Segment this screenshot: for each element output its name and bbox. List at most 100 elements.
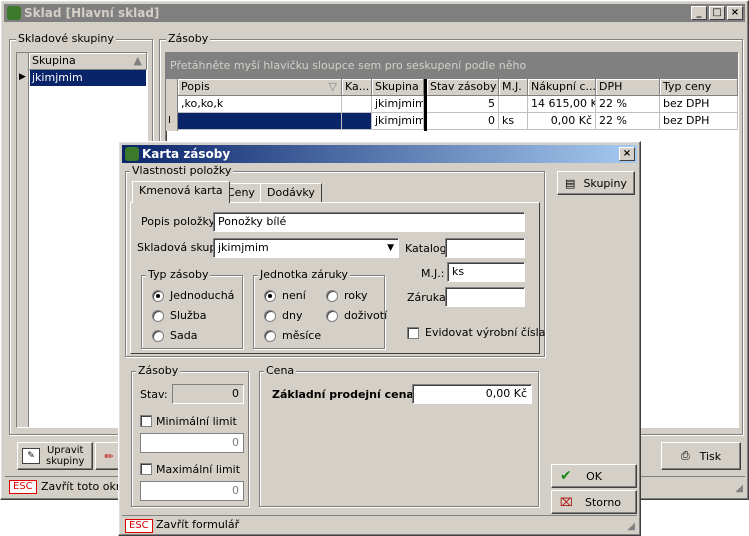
dialog-resize-grip-icon[interactable]: ◢ <box>627 521 635 532</box>
stav-label: Stav: <box>140 388 168 401</box>
storno-button[interactable]: ⌧ Storno <box>551 490 637 514</box>
cell-mj <box>499 96 528 113</box>
maximize-button[interactable]: □ <box>709 6 725 20</box>
radio-jednoducha-label: Jednoduchá <box>170 289 235 302</box>
typ-zasoby-group: Typ zásoby Jednoduchá Služba Sada <box>141 268 243 349</box>
dialog-close-button[interactable]: × <box>619 147 635 161</box>
col-stav[interactable]: Stav zásoby <box>427 79 499 96</box>
min-limit-input[interactable]: 0 <box>140 433 244 453</box>
groups-row[interactable]: jkimjmim <box>30 70 146 86</box>
close-button[interactable]: × <box>727 6 743 20</box>
dialog-stock-title: Zásoby <box>136 364 181 377</box>
checkmark-icon: ✔ <box>560 468 572 484</box>
radio-neni-label: není <box>282 289 306 302</box>
dialog-esc-badge[interactable]: ESC <box>125 519 153 533</box>
sort-arrow-icon: ▲ <box>133 54 142 67</box>
min-limit-checkbox[interactable] <box>140 415 152 427</box>
radio-dozivoti[interactable] <box>326 310 338 322</box>
cell-stav: 5 <box>427 96 499 113</box>
filter-icon: ▽ <box>328 80 337 93</box>
radio-jednoducha[interactable] <box>152 290 164 302</box>
typ-zasoby-title: Typ zásoby <box>146 268 211 281</box>
cell-popis[interactable] <box>178 113 342 130</box>
tab-kmenova[interactable]: Kmenová karta <box>132 181 230 203</box>
cell-dph: 22 % <box>596 113 660 130</box>
price-input[interactable]: 0,00 Kč <box>412 384 532 404</box>
zaruka-input[interactable] <box>445 287 525 307</box>
popis-input[interactable]: Ponožky bílé <box>213 212 525 232</box>
skup-select[interactable]: jkimjmim ▼ <box>213 238 399 258</box>
max-limit-checkbox[interactable] <box>140 463 152 475</box>
row-pointer-icon: ▶ <box>19 72 26 82</box>
stock-card-dialog: Karta zásoby × Vlastnosti položky Kmenov… <box>118 141 641 536</box>
col-skupina[interactable]: Skupina <box>372 79 424 96</box>
radio-mesice-label: měsíce <box>282 329 322 342</box>
app-icon <box>7 6 21 20</box>
cell-skupina: jkimjmim <box>372 96 424 113</box>
chevron-down-icon[interactable]: ▼ <box>387 239 394 257</box>
price-group: Cena Základní prodejní cena: 0,00 Kč <box>259 364 539 507</box>
dialog-app-icon <box>125 147 139 161</box>
groups-col-header[interactable]: Skupina ▲ <box>29 53 147 70</box>
dialog-stock-group: Zásoby Stav: 0 Minimální limit 0 Maximál… <box>131 364 249 507</box>
radio-dny[interactable] <box>264 310 276 322</box>
cell-ka <box>342 96 372 113</box>
skup-label: Skladová skup: <box>137 241 221 254</box>
groups-panel-title: Skladové skupiny <box>16 32 116 45</box>
edit-groups-button[interactable]: ✎ Upravit skupiny <box>17 442 93 470</box>
resize-grip-icon[interactable]: ◢ <box>735 483 743 494</box>
radio-sada[interactable] <box>152 330 164 342</box>
dialog-titlebar[interactable]: Karta zásoby × <box>122 145 637 163</box>
ok-button[interactable]: ✔ OK <box>551 464 637 488</box>
pencil-icon: ✏ <box>104 449 114 463</box>
jednotka-group: Jednotka záruky není roky dny doživotí m… <box>253 268 387 349</box>
evidovat-checkbox[interactable] <box>407 327 419 339</box>
dialog-statusbar: ESC Zavřít formulář ◢ <box>122 515 637 533</box>
radio-sluzba-label: Služba <box>170 309 207 322</box>
col-nakupni[interactable]: Nákupní c... <box>528 79 596 96</box>
max-limit-label: Maximální limit <box>156 463 241 476</box>
min-limit-label: Minimální limit <box>156 415 237 428</box>
col-popis[interactable]: Popis ▽ <box>178 79 342 96</box>
max-limit-input[interactable]: 0 <box>140 481 244 501</box>
group-hint-bar: Přetáhněte myší hlavičku sloupce sem pro… <box>166 53 738 79</box>
price-title: Cena <box>264 364 297 377</box>
groups-grid-indicator-col <box>17 53 29 427</box>
cell-stav: 0 <box>427 113 499 130</box>
skupiny-button[interactable]: ▤ Skupiny <box>557 171 635 195</box>
col-typ[interactable]: Typ ceny <box>660 79 738 96</box>
katalog-label: Katalog: <box>405 242 451 255</box>
properties-group: Vlastnosti položky Kmenová karta Ceny Do… <box>125 164 545 357</box>
col-ka[interactable]: Ka... <box>342 79 372 96</box>
katalog-input[interactable] <box>445 238 525 258</box>
mj-input[interactable]: ks <box>447 262 525 282</box>
col-dph[interactable]: DPH <box>596 79 660 96</box>
main-title: Sklad [Hlavní sklad] <box>24 6 160 20</box>
radio-sluzba[interactable] <box>152 310 164 322</box>
minimize-button[interactable]: _ <box>691 6 707 20</box>
close-window-text: Zavřít toto okno <box>41 480 130 493</box>
mj-label: M.J.: <box>421 267 445 280</box>
cell-typ: bez DPH <box>660 96 738 113</box>
main-titlebar[interactable]: Sklad [Hlavní sklad] _ □ × <box>4 4 745 22</box>
printer-icon: ⎙ <box>680 449 690 462</box>
skup-value: jkimjmim <box>218 241 269 254</box>
cell-nakupni: 0,00 Kč <box>528 113 596 130</box>
edit-groups-icon: ✎ <box>22 448 40 464</box>
price-label: Základní prodejní cena: <box>272 388 419 401</box>
cell-popis: ,ko,ko,k <box>178 96 342 113</box>
cell-typ: bez DPH <box>660 113 738 130</box>
radio-neni[interactable] <box>264 290 276 302</box>
print-button[interactable]: ⎙ Tisk <box>661 442 741 470</box>
cell-skupina: jkimjmim <box>372 113 424 130</box>
col-mj[interactable]: M.J. <box>499 79 528 96</box>
esc-badge[interactable]: ESC <box>9 480 37 494</box>
tab-dodavky[interactable]: Dodávky <box>260 183 322 203</box>
groups-icon: ▤ <box>565 176 576 190</box>
cell-nakupni: 14 615,00 Kč <box>528 96 596 113</box>
radio-roky-label: roky <box>344 289 368 302</box>
radio-roky[interactable] <box>326 290 338 302</box>
radio-mesice[interactable] <box>264 330 276 342</box>
close-form-text: Zavřít formulář <box>156 518 240 531</box>
properties-title: Vlastnosti položky <box>130 164 234 177</box>
